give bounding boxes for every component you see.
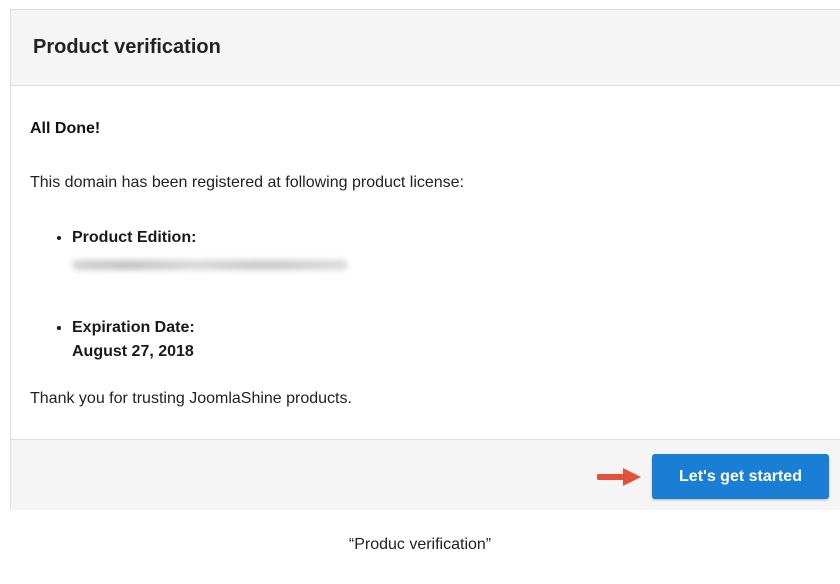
list-item-product-edition: Product Edition: <box>72 226 348 316</box>
expiration-date-value: August 27, 2018 <box>72 343 194 360</box>
dialog-header: Product verification <box>11 10 840 86</box>
red-arrow-icon <box>597 468 641 486</box>
dialog-title: Product verification <box>33 36 221 58</box>
lets-get-started-button[interactable]: Let's get started <box>652 454 829 499</box>
product-verification-dialog: Product verification All Done! This doma… <box>10 9 840 510</box>
figure-caption: “Produc verification” <box>348 536 492 553</box>
dialog-body: All Done! This domain has been registere… <box>11 86 840 438</box>
product-edition-label: Product Edition: <box>72 229 197 246</box>
list-item-expiration-date: Expiration Date: August 27, 2018 <box>72 316 348 364</box>
thanks-text: Thank you for trusting JoomlaShine produ… <box>30 390 352 407</box>
license-details-list: Product Edition: Expiration Date: August… <box>49 226 348 364</box>
dialog-footer: Let's get started <box>11 439 840 510</box>
done-heading: All Done! <box>30 120 101 137</box>
intro-text: This domain has been registered at follo… <box>30 174 465 191</box>
expiration-date-label: Expiration Date: <box>72 319 195 336</box>
product-edition-value-blurred <box>72 260 348 270</box>
